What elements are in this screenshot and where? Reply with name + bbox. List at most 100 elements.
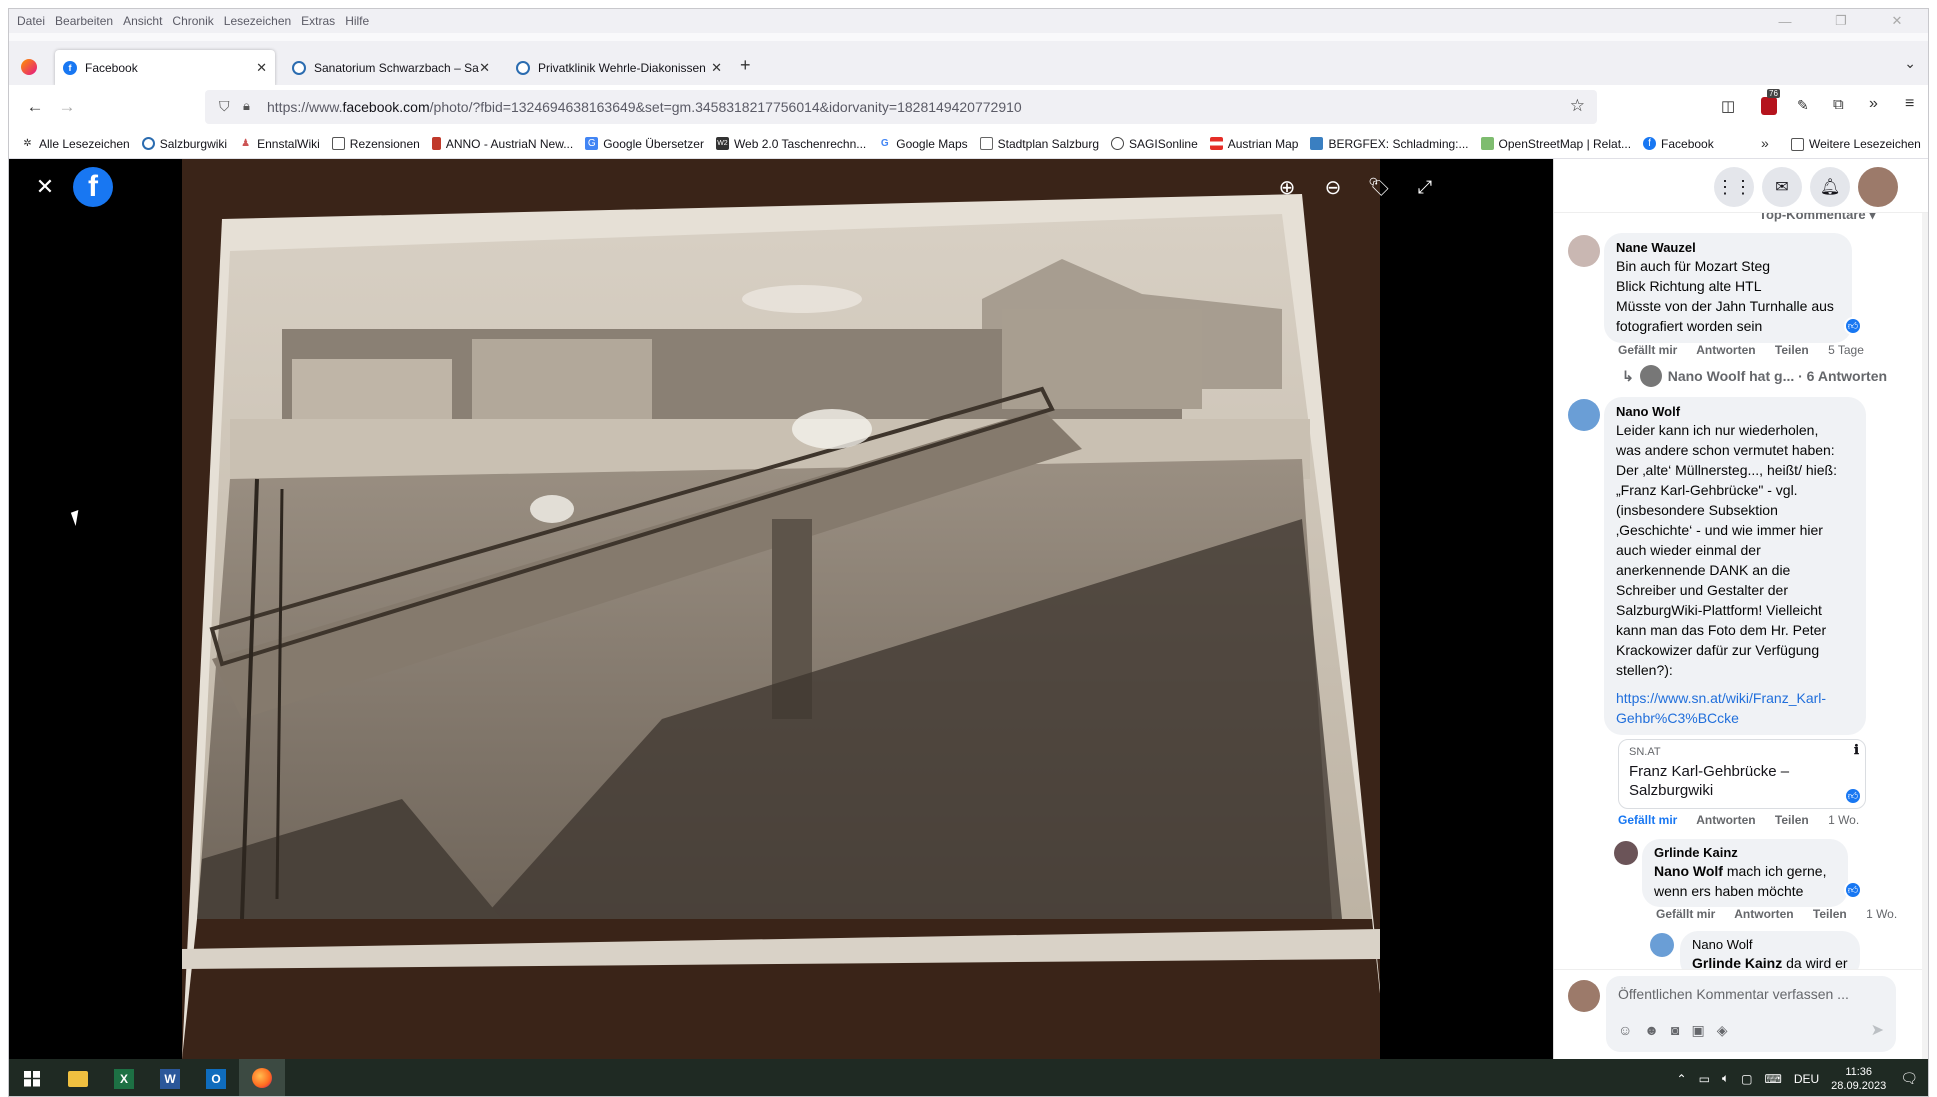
extensions-puzzle-icon[interactable]: ⧉: [1833, 96, 1844, 113]
tab-facebook[interactable]: f Facebook ✕: [55, 50, 275, 86]
share-button[interactable]: Teilen: [1775, 343, 1809, 357]
overflow-chevron-icon[interactable]: »: [1869, 95, 1878, 113]
bookmark-item[interactable]: ANNO - AustriaN New...: [431, 137, 573, 151]
bookmark-item[interactable]: Stadtplan Salzburg: [979, 137, 1099, 151]
tag-icon[interactable]: 🏷︎: [1359, 167, 1399, 207]
bookmark-star-icon[interactable]: ☆: [1570, 96, 1585, 116]
bookmark-item[interactable]: ♟ EnnstalWiki: [239, 137, 320, 151]
bookmark-item[interactable]: SAGISonline: [1111, 137, 1198, 151]
ublock-icon[interactable]: 76: [1761, 89, 1780, 115]
like-button[interactable]: Gefällt mir: [1656, 907, 1715, 921]
zoom-out-icon[interactable]: ⊖: [1313, 167, 1353, 207]
commenter-name[interactable]: Nane Wauzel: [1616, 240, 1840, 256]
tab-privatklinik[interactable]: Privatklinik Wehrle-Diakonissen ✕: [508, 50, 730, 86]
volume-icon[interactable]: 🔈︎: [1722, 1071, 1729, 1086]
menu-ansicht[interactable]: Ansicht: [123, 14, 162, 28]
menu-hilfe[interactable]: Hilfe: [345, 14, 369, 28]
close-tab-icon[interactable]: ✕: [711, 60, 722, 76]
hamburger-menu-icon[interactable]: ≡: [1905, 95, 1914, 113]
camera-icon[interactable]: ◙: [1671, 1022, 1679, 1039]
share-button[interactable]: Teilen: [1813, 907, 1847, 921]
clock[interactable]: 11:36 28.09.2023: [1831, 1065, 1886, 1093]
bookmark-item[interactable]: G Google Übersetzer: [585, 137, 704, 151]
back-arrow-icon[interactable]: ←: [19, 91, 51, 123]
other-bookmarks[interactable]: Weitere Lesezeichen: [1791, 137, 1921, 151]
notification-center-icon[interactable]: 🗨︎: [1900, 1070, 1918, 1087]
photo[interactable]: [182, 159, 1380, 1059]
send-icon[interactable]: ➤: [1871, 1020, 1884, 1040]
commenter-name[interactable]: Nano Wolf: [1692, 937, 1848, 953]
bookmark-item[interactable]: OpenStreetMap | Relat...: [1480, 137, 1631, 151]
commenter-name[interactable]: Nano Wolf: [1616, 404, 1854, 420]
share-button[interactable]: Teilen: [1775, 813, 1809, 827]
outlook-icon[interactable]: O: [193, 1059, 239, 1096]
maximize-button[interactable]: ❐: [1818, 9, 1864, 33]
bookmark-item[interactable]: Salzburgwiki: [141, 137, 227, 151]
reply-button[interactable]: Antworten: [1696, 343, 1755, 357]
like-button[interactable]: Gefällt mir: [1618, 343, 1677, 357]
info-icon[interactable]: ℹ: [1854, 742, 1859, 758]
menu-lesezeichen[interactable]: Lesezeichen: [224, 14, 291, 28]
display-icon[interactable]: ▢: [1741, 1072, 1752, 1086]
bookmark-item[interactable]: W2 Web 2.0 Taschenrechn...: [715, 137, 866, 151]
menu-bearbeiten[interactable]: Bearbeiten: [55, 14, 113, 28]
close-window-button[interactable]: ✕: [1874, 9, 1920, 33]
bookmarks-overflow-icon[interactable]: »: [1761, 135, 1769, 151]
notifications-bell-icon[interactable]: 🔔︎: [1810, 167, 1850, 207]
tab-sanatorium[interactable]: Sanatorium Schwarzbach – Salz ✕: [284, 50, 498, 86]
new-tab-button[interactable]: +: [740, 55, 751, 76]
network-icon[interactable]: ▭: [1699, 1072, 1710, 1086]
close-tab-icon[interactable]: ✕: [256, 60, 267, 76]
mention-link[interactable]: Grlinde Kainz: [1692, 955, 1782, 969]
language-indicator[interactable]: DEU: [1794, 1072, 1819, 1086]
tray-chevron-icon[interactable]: ⌃: [1677, 1072, 1687, 1086]
timestamp[interactable]: 1 Wo.: [1866, 907, 1897, 921]
minimize-button[interactable]: —: [1762, 9, 1808, 33]
like-button[interactable]: Gefällt mir: [1618, 813, 1677, 827]
zoom-in-icon[interactable]: ⊕: [1267, 167, 1307, 207]
scrollbar[interactable]: [1922, 159, 1928, 1059]
timestamp[interactable]: 1 Wo.: [1828, 813, 1859, 827]
comment-link[interactable]: https://www.sn.at/wiki/Franz_Karl- Gehbr…: [1616, 688, 1854, 728]
close-icon[interactable]: ✕: [25, 167, 65, 207]
word-icon[interactable]: W: [147, 1059, 193, 1096]
bookmark-item[interactable]: ✲ Alle Lesezeichen: [21, 137, 129, 151]
menu-chronik[interactable]: Chronik: [172, 14, 213, 28]
windows-start-icon[interactable]: [9, 1059, 55, 1096]
mention-link[interactable]: Nano Wolf: [1654, 863, 1723, 879]
extension-icon[interactable]: ✎: [1797, 97, 1809, 114]
menu-datei[interactable]: Datei: [17, 14, 45, 28]
comment-input[interactable]: Öffentlichen Kommentar verfassen ... ☺ ☻…: [1606, 976, 1896, 1052]
gif-icon[interactable]: ▣: [1692, 1022, 1705, 1039]
bookmark-item[interactable]: f Facebook: [1643, 137, 1714, 151]
facebook-logo[interactable]: f: [73, 167, 113, 207]
view-replies-link[interactable]: ↳ Nano Woolf hat g... · 6 Antworten: [1622, 365, 1887, 387]
lock-icon[interactable]: 🔒︎: [243, 98, 250, 114]
commenter-avatar[interactable]: [1568, 399, 1600, 431]
bookmark-item[interactable]: Rezensionen: [331, 137, 420, 151]
sticker-icon[interactable]: ◈: [1717, 1022, 1728, 1039]
avatar-sticker-icon[interactable]: ☺: [1618, 1022, 1632, 1039]
close-tab-icon[interactable]: ✕: [479, 60, 490, 76]
bookmark-item[interactable]: BERGFEX: Schladming:...: [1310, 137, 1469, 151]
firefox-taskbar-icon[interactable]: [239, 1059, 285, 1096]
firefox-view-icon[interactable]: [21, 59, 37, 75]
commenter-avatar[interactable]: [1650, 933, 1674, 957]
emoji-icon[interactable]: ☻: [1644, 1022, 1659, 1039]
menu-extras[interactable]: Extras: [301, 14, 335, 28]
link-preview-card[interactable]: SN.AT Franz Karl-Gehbrücke – Salzburgwik…: [1618, 739, 1866, 809]
commenter-name[interactable]: Grlinde Kainz: [1654, 845, 1836, 861]
commenter-avatar[interactable]: [1614, 841, 1638, 865]
bookmark-item[interactable]: G Google Maps: [878, 137, 968, 151]
commenter-avatar[interactable]: [1568, 235, 1600, 267]
keyboard-icon[interactable]: ⌨: [1764, 1072, 1781, 1086]
menu-grid-icon[interactable]: ⋮⋮: [1714, 167, 1754, 207]
reply-button[interactable]: Antworten: [1734, 907, 1793, 921]
tab-list-chevron-icon[interactable]: ⌄: [1904, 55, 1916, 72]
timestamp[interactable]: 5 Tage: [1828, 343, 1864, 357]
forward-arrow-icon[interactable]: →: [51, 91, 83, 123]
pocket-icon[interactable]: ◫: [1721, 97, 1735, 115]
bookmark-item[interactable]: Austrian Map: [1209, 137, 1298, 151]
messenger-icon[interactable]: ✉: [1762, 167, 1802, 207]
excel-icon[interactable]: X: [101, 1059, 147, 1096]
